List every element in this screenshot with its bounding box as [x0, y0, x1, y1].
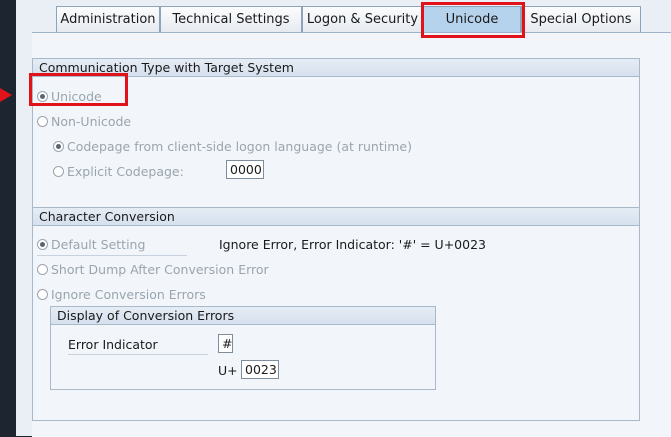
radio-label: Non-Unicode	[51, 114, 132, 129]
radio-default-setting[interactable]: Default Setting	[37, 237, 145, 252]
default-setting-description: Ignore Error, Error Indicator: '#' = U+0…	[219, 237, 486, 252]
radio-unselected-icon	[53, 166, 64, 177]
error-indicator-field[interactable]: #	[218, 334, 233, 353]
underline	[37, 255, 187, 256]
radio-selected-icon	[53, 141, 64, 152]
radio-label: Explicit Codepage:	[67, 164, 184, 179]
unicode-prefix-label: U+	[218, 363, 238, 378]
tab-label: Special Options	[530, 12, 632, 27]
radio-codepage-logon[interactable]: Codepage from client-side logon language…	[53, 139, 412, 154]
tab-technical-settings[interactable]: Technical Settings	[160, 6, 302, 32]
group-title: Character Conversion	[33, 208, 639, 226]
character-conversion-group: Character Conversion Default Setting Ign…	[32, 207, 640, 421]
tab-label: Logon & Security	[306, 12, 419, 27]
radio-explicit-codepage[interactable]: Explicit Codepage:	[53, 164, 184, 179]
radio-label: Default Setting	[51, 237, 146, 252]
highlight-box-unicode-tab	[421, 2, 525, 38]
group-title: Display of Conversion Errors	[51, 307, 435, 325]
radio-selected-icon	[37, 239, 48, 250]
tab-label: Technical Settings	[172, 12, 290, 27]
tab-special-options[interactable]: Special Options	[521, 6, 641, 32]
radio-label: Codepage from client-side logon language…	[67, 139, 412, 154]
radio-label: Short Dump After Conversion Error	[51, 262, 269, 277]
rfc-destination-window: Administration Technical Settings Logon …	[16, 0, 671, 437]
radio-ignore-errors[interactable]: Ignore Conversion Errors	[37, 287, 206, 302]
red-arrow-icon	[0, 88, 12, 102]
tab-label: Administration	[60, 12, 156, 27]
radio-unselected-icon	[37, 289, 48, 300]
unicode-codepoint-field[interactable]: 0023	[241, 360, 279, 379]
radio-short-dump[interactable]: Short Dump After Conversion Error	[37, 262, 269, 277]
radio-label: Ignore Conversion Errors	[51, 287, 206, 302]
display-conversion-errors-group: Display of Conversion Errors Error Indic…	[50, 306, 436, 390]
error-indicator-label: Error Indicator	[68, 337, 158, 352]
radio-unselected-icon	[37, 116, 48, 127]
highlight-box-unicode-radio	[29, 73, 128, 106]
explicit-codepage-field[interactable]: 0000	[226, 160, 264, 179]
underline	[68, 354, 208, 355]
tab-administration[interactable]: Administration	[56, 6, 160, 32]
radio-non-unicode[interactable]: Non-Unicode	[37, 114, 131, 129]
tab-logon-security[interactable]: Logon & Security	[302, 6, 423, 32]
radio-unselected-icon	[37, 264, 48, 275]
